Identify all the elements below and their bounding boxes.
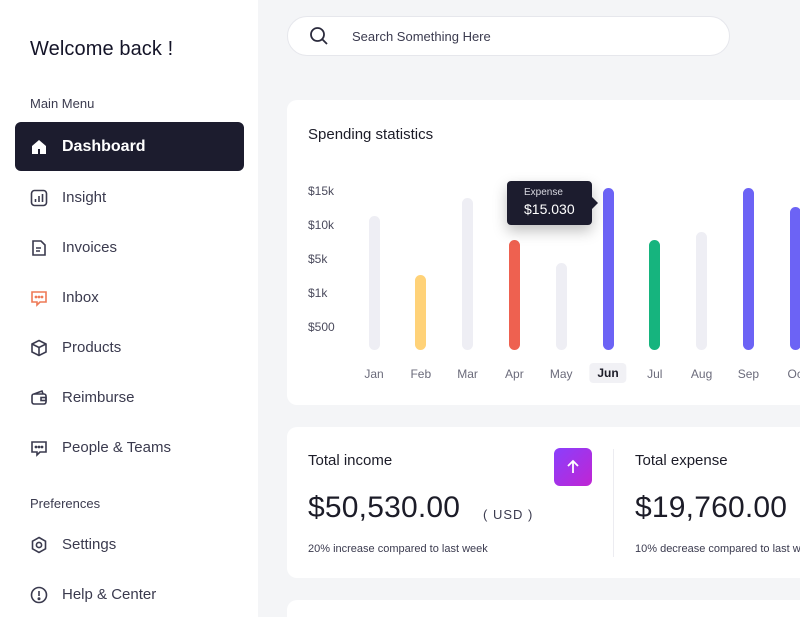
sidebar-item-insight[interactable]: Insight [15,173,244,222]
bar-jul[interactable] [649,239,661,350]
sidebar-item-people-teams[interactable]: People & Teams [15,423,244,472]
sidebar-item-label: People & Teams [62,439,171,456]
total-income-title: Total income [308,452,393,469]
total-income-amount: $50,530.00 [308,491,461,524]
x-tick-label[interactable]: Apr [505,367,524,381]
bar-may[interactable] [555,262,567,350]
tooltip-value: $15.030 [524,201,575,217]
sidebar-item-help-center[interactable]: Help & Center [15,570,244,617]
total-expense-title: Total expense [635,452,728,469]
chat-icon [29,288,49,308]
currency-unit: ( USD ) [483,507,534,522]
x-tick-label[interactable]: May [550,367,573,381]
divider [613,449,614,557]
sidebar-item-dashboard[interactable]: Dashboard [15,122,244,171]
y-tick-label: $10k [308,218,335,232]
help-icon [29,585,49,605]
x-tick-label[interactable]: Jul [647,367,662,381]
sidebar-item-label: Invoices [62,239,118,256]
bar-mar[interactable] [462,197,474,350]
wallet-icon [29,388,49,408]
x-tick-label[interactable]: Jun [589,363,627,383]
main-menu-label: Main Menu [30,96,95,111]
totals-card: Total income $50,530.00 ( USD ) 20% incr… [287,427,800,578]
sidebar-item-label: Reimburse [62,389,135,406]
box-icon [29,338,49,358]
sidebar-item-reimburse[interactable]: Reimburse [15,373,244,422]
bar-jan[interactable] [368,215,380,350]
sidebar-item-label: Products [62,339,122,356]
sidebar: Welcome back ! Main Menu Dashboard Insig… [0,0,258,617]
bar-jun[interactable] [602,188,614,350]
expense-tooltip: Expense $15.030 [507,181,598,225]
people-chat-icon [29,438,49,458]
bar-sep[interactable] [742,188,754,350]
sidebar-item-products[interactable]: Products [15,323,244,372]
home-icon [29,137,49,157]
x-tick-label[interactable]: Jan [364,367,383,381]
x-tick-label[interactable]: Feb [410,367,431,381]
y-tick-label: $1k [308,286,328,300]
income-change-note: 20% increase compared to last week [308,543,488,555]
sidebar-item-settings[interactable]: Settings [15,520,244,569]
sidebar-item-label: Insight [62,189,107,206]
bar-feb[interactable] [415,275,427,350]
x-tick-label[interactable]: Mar [457,367,478,381]
preferences-label: Preferences [30,496,101,511]
y-tick-label: $500 [308,320,335,334]
search-icon[interactable] [308,25,330,47]
document-icon [29,238,49,258]
welcome-heading: Welcome back ! [30,38,174,60]
sidebar-item-invoices[interactable]: Invoices [15,223,244,272]
bottom-card [287,600,800,617]
sidebar-item-label: Inbox [62,289,99,306]
gear-icon [29,535,49,555]
income-up-button[interactable] [554,448,592,486]
tooltip-label: Expense [524,187,563,198]
spending-title: Spending statistics [308,126,434,143]
x-tick-label[interactable]: Sep [738,367,759,381]
y-tick-label: $15k [308,184,335,198]
sidebar-item-label: Settings [62,536,117,553]
sidebar-item-inbox[interactable]: Inbox [15,273,244,322]
arrow-up-icon [567,459,579,473]
spending-statistics-card: Spending statistics $15k $10k $5k $1k $500 Ja… [287,100,800,405]
x-tick-label[interactable]: Aug [691,367,712,381]
chart-icon [29,188,49,208]
bar-apr[interactable] [508,239,520,350]
sidebar-item-label: Help & Center [62,586,157,603]
sidebar-item-label: Dashboard [62,137,146,155]
bar-oc[interactable] [789,207,800,350]
x-tick-label[interactable]: Oc [788,367,800,381]
search-input[interactable] [352,28,682,44]
expense-change-note: 10% decrease compared to last w [635,543,800,555]
bar-aug[interactable] [696,231,708,350]
total-expense-amount: $19,760.00 [635,491,788,524]
y-tick-label: $5k [308,252,328,266]
search-bar[interactable] [287,16,730,56]
